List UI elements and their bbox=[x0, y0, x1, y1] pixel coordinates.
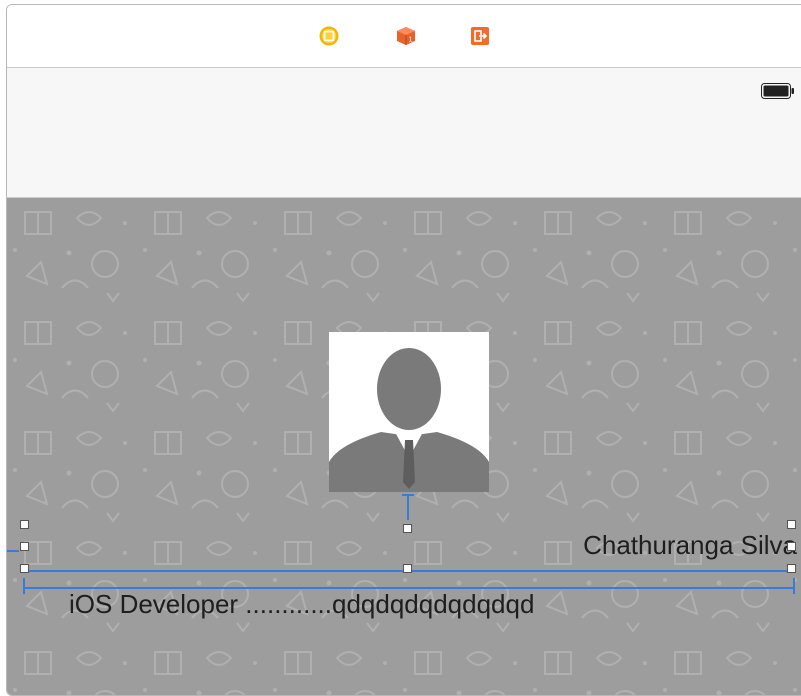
constraint-cap-top bbox=[402, 494, 414, 496]
battery-icon bbox=[761, 83, 794, 99]
resize-handle-middle-right[interactable] bbox=[787, 542, 796, 551]
scene-dock: 1 bbox=[7, 5, 801, 68]
view-controller-icon[interactable] bbox=[319, 26, 339, 46]
resize-handle-top-right[interactable] bbox=[787, 520, 796, 529]
storyboard-canvas: 1 Chathuranga Silva iOS Developer ......… bbox=[6, 4, 801, 696]
svg-text:1: 1 bbox=[409, 37, 413, 44]
name-label[interactable]: Chathuranga Silva bbox=[583, 530, 797, 561]
content-view: Chathuranga Silva iOS Developer ........… bbox=[7, 198, 801, 695]
title-label[interactable]: iOS Developer ............qdqdqdqdqdqdqd bbox=[69, 589, 534, 620]
first-responder-icon[interactable]: 1 bbox=[396, 26, 416, 46]
resize-handle-bottom-center[interactable] bbox=[403, 564, 412, 573]
resize-handle-top-left[interactable] bbox=[20, 520, 29, 529]
title-leading-cap bbox=[23, 578, 25, 594]
person-silhouette-icon[interactable] bbox=[329, 332, 489, 492]
resize-handle-top-center[interactable] bbox=[403, 524, 412, 533]
resize-handle-middle-left[interactable] bbox=[20, 542, 29, 551]
title-trailing-cap bbox=[793, 578, 795, 594]
navigation-bar bbox=[7, 68, 801, 198]
leading-constraint[interactable] bbox=[7, 550, 19, 552]
resize-handle-bottom-left[interactable] bbox=[20, 564, 29, 573]
exit-icon[interactable] bbox=[470, 26, 490, 46]
vertical-spacing-constraint[interactable] bbox=[407, 494, 409, 520]
resize-handle-bottom-right[interactable] bbox=[787, 564, 796, 573]
